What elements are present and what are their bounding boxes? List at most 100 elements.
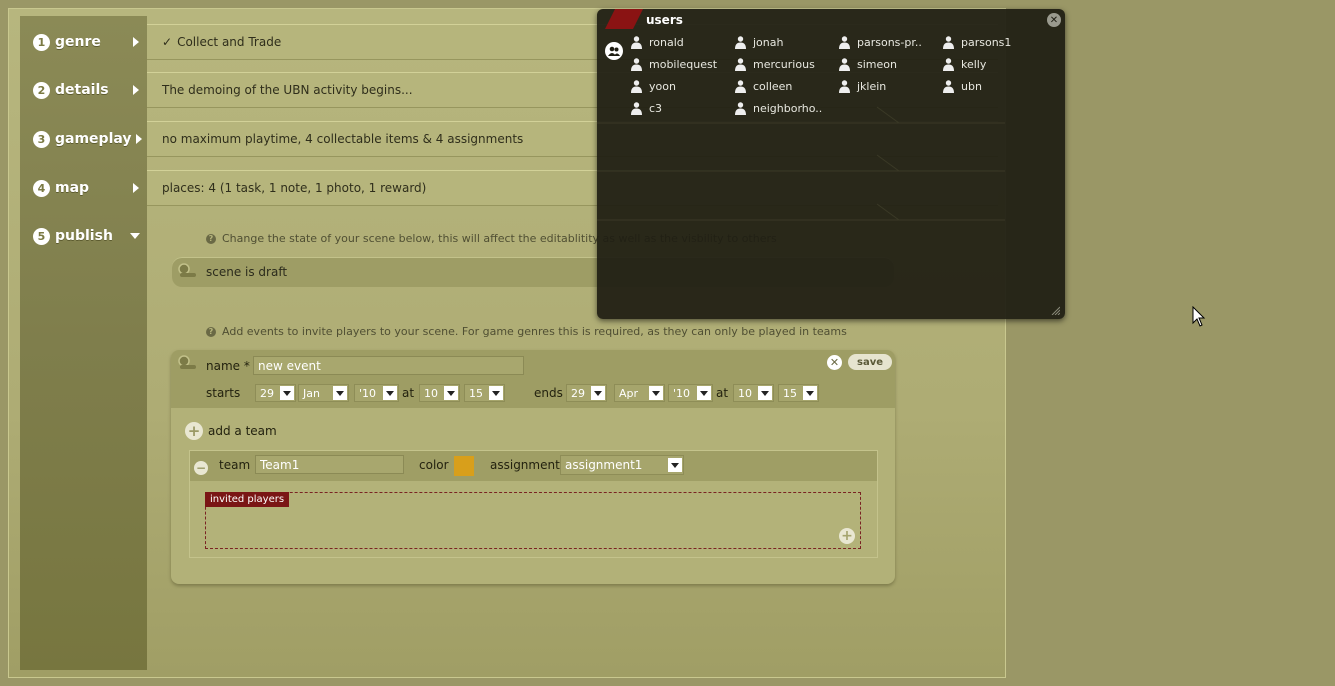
user-item[interactable]: parsons1	[943, 33, 1047, 51]
user-icon	[943, 57, 954, 71]
expand-arrow-icon	[133, 183, 139, 193]
step-details-value: The demoing of the UBN activity begins..…	[162, 83, 413, 97]
step-title: genre	[55, 34, 101, 50]
add-player-icon[interactable]: +	[839, 528, 855, 544]
expand-arrow-icon	[133, 85, 139, 95]
end-day-select[interactable]: 29	[566, 384, 607, 402]
checkmark-icon: ✓	[162, 35, 173, 49]
step-number: 3	[33, 130, 50, 148]
select-value: 10	[424, 386, 438, 400]
save-button[interactable]: save	[848, 354, 893, 370]
step-title: gameplay	[55, 131, 132, 147]
user-icon	[735, 57, 746, 71]
step-number: 1	[33, 33, 50, 51]
event-name-input[interactable]	[253, 356, 524, 375]
step-title: publish	[55, 228, 113, 244]
toggle-switch-icon[interactable]	[177, 355, 199, 373]
add-team-label: add a team	[208, 424, 277, 438]
user-name: parsons1	[961, 35, 1012, 49]
start-month-select[interactable]: Jan	[298, 384, 349, 402]
chevron-down-icon	[383, 386, 397, 400]
user-icon	[631, 101, 642, 115]
chevron-down-icon	[444, 386, 458, 400]
scene-state-text: scene is draft	[206, 265, 288, 279]
step-number: 2	[33, 81, 50, 99]
info-icon: ?	[206, 326, 216, 337]
select-value: 10	[738, 386, 752, 400]
select-value: 29	[260, 386, 274, 400]
end-year-select[interactable]: '10	[668, 384, 713, 402]
end-minute-select[interactable]: 15	[778, 384, 819, 402]
step-publish-label[interactable]: 5 publish	[20, 218, 147, 254]
user-icon	[735, 101, 746, 115]
user-item[interactable]: jonah	[735, 33, 839, 51]
assignment-label: assignment	[490, 458, 560, 472]
start-minute-select[interactable]: 15	[464, 384, 505, 402]
step-map-label[interactable]: 4 map	[20, 170, 147, 206]
user-item[interactable]: mercurious	[735, 55, 839, 73]
user-item[interactable]: ubn	[943, 77, 1047, 95]
end-hour-select[interactable]: 10	[733, 384, 774, 402]
team-color-swatch[interactable]	[454, 456, 474, 476]
user-name: neighborho..	[753, 101, 823, 115]
user-icon	[839, 79, 850, 93]
events-info-text: Add events to invite players to your sce…	[222, 325, 847, 338]
users-panel[interactable]: users ✕ ronald jonah parsons-pr.. parson…	[597, 9, 1065, 319]
user-name: ubn	[961, 79, 982, 93]
user-item[interactable]: ronald	[631, 33, 735, 51]
user-item[interactable]: yoon	[631, 77, 735, 95]
team-editor: − team color assignment assignment1 invi…	[189, 450, 878, 558]
events-info: ? Add events to invite players to your s…	[170, 325, 847, 338]
end-month-select[interactable]: Apr	[614, 384, 665, 402]
event-editor: name * ✕ save starts 29 Jan '10 at 10 15…	[171, 350, 895, 584]
select-value: Apr	[619, 386, 639, 400]
user-item[interactable]: c3	[631, 99, 735, 117]
users-list: ronald jonah parsons-pr.. parsons1 mobil…	[631, 33, 1051, 117]
chevron-down-icon	[697, 386, 711, 400]
step-map-value: places: 4 (1 task, 1 note, 1 photo, 1 re…	[162, 181, 427, 195]
start-hour-select[interactable]: 10	[419, 384, 460, 402]
user-name: kelly	[961, 57, 987, 71]
steps-sidebar	[20, 16, 147, 670]
expand-arrow-icon	[136, 134, 142, 144]
user-item[interactable]: mobilequest	[631, 55, 735, 73]
chevron-down-icon	[489, 386, 503, 400]
invited-players-area[interactable]: invited players +	[205, 492, 861, 549]
resize-grip-icon[interactable]	[1050, 305, 1060, 315]
user-item[interactable]: colleen	[735, 77, 839, 95]
user-name: mobilequest	[649, 57, 718, 71]
collapse-arrow-icon	[130, 233, 140, 239]
step-title: map	[55, 180, 90, 196]
toggle-switch-icon	[178, 263, 196, 277]
user-item[interactable]: jklein	[839, 77, 943, 95]
add-team-button[interactable]: + add a team	[185, 422, 277, 440]
chevron-down-icon	[333, 386, 347, 400]
mouse-cursor-icon	[1192, 306, 1206, 327]
step-genre-label[interactable]: 1 genre	[20, 24, 147, 60]
user-name: colleen	[753, 79, 793, 93]
genre-value-text: Collect and Trade	[177, 35, 282, 49]
plus-icon: +	[185, 422, 203, 440]
step-gameplay-label[interactable]: 3 gameplay	[20, 121, 147, 157]
start-day-select[interactable]: 29	[255, 384, 296, 402]
user-name: simeon	[857, 57, 897, 71]
remove-team-icon[interactable]: −	[194, 461, 208, 475]
select-value: 29	[571, 386, 585, 400]
user-item[interactable]: parsons-pr..	[839, 33, 943, 51]
team-name-input[interactable]	[255, 455, 404, 474]
select-value: 15	[469, 386, 483, 400]
user-item[interactable]: simeon	[839, 55, 943, 73]
chevron-down-icon	[649, 386, 663, 400]
expand-arrow-icon	[133, 37, 139, 47]
start-year-select[interactable]: '10	[354, 384, 399, 402]
user-item[interactable]: neighborho..	[735, 99, 839, 117]
user-name: parsons-pr..	[857, 35, 922, 49]
close-icon[interactable]: ✕	[827, 355, 842, 370]
step-details-label[interactable]: 2 details	[20, 72, 147, 108]
step-title: details	[55, 82, 109, 98]
assignment-select[interactable]: assignment1	[560, 455, 684, 475]
select-value: '10	[673, 386, 691, 400]
select-value: assignment1	[565, 458, 643, 472]
user-name: c3	[649, 101, 663, 115]
user-item[interactable]: kelly	[943, 55, 1047, 73]
